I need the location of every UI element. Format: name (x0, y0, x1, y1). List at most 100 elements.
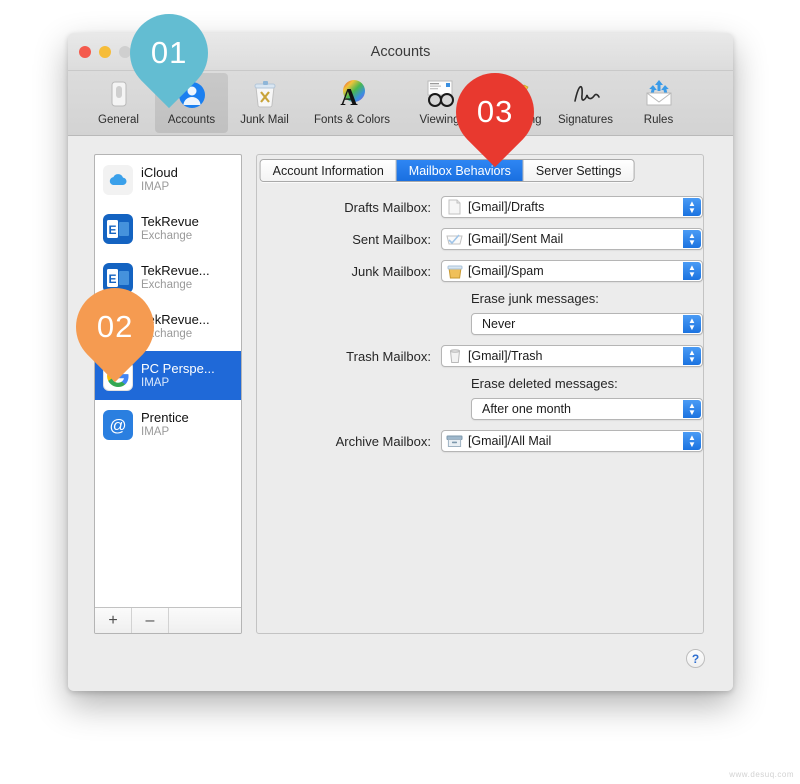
toolbar-label: General (98, 114, 139, 126)
account-name: iCloud (141, 165, 178, 180)
trash-mailbox-row: Trash Mailbox: [Gmail]/Trash ▲ ▼ (257, 344, 703, 368)
toolbar-label: Signatures (558, 114, 613, 126)
junk-mail-icon (248, 76, 282, 112)
list-item[interactable]: @ Prentice IMAP (95, 400, 241, 449)
accounts-list-footer: + – (95, 607, 241, 633)
archive-mailbox-select[interactable]: [Gmail]/All Mail ▲ ▼ (440, 430, 703, 452)
sent-folder-icon (442, 232, 468, 246)
accounts-preferences-window: Accounts General Accounts Junk Mail A Fo… (68, 33, 733, 691)
mailbox-behaviors-form: Drafts Mailbox: [Gmail]/Drafts ▲ ▼ Sent … (257, 195, 703, 461)
account-name: TekRevue (141, 214, 199, 229)
erase-deleted-label: Erase deleted messages: (471, 376, 618, 391)
drafts-folder-icon (442, 199, 468, 215)
annotation-pin-02-label: 02 (96, 309, 134, 345)
sent-mailbox-value: [Gmail]/Sent Mail (467, 232, 564, 246)
archive-mailbox-value: [Gmail]/All Mail (467, 434, 552, 448)
archive-mailbox-row: Archive Mailbox: [Gmail]/All Mail ▲ ▼ (257, 429, 703, 453)
archive-mailbox-label: Archive Mailbox: (335, 433, 431, 449)
tab-account-information[interactable]: Account Information (260, 160, 397, 181)
toolbar-item-fonts-colors[interactable]: A Fonts & Colors (301, 73, 403, 133)
account-type: IMAP (141, 426, 170, 438)
list-item-text: TekRevue Exchange (141, 214, 199, 243)
account-type: IMAP (141, 377, 170, 389)
junk-mailbox-select[interactable]: [Gmail]/Spam ▲ ▼ (440, 260, 703, 282)
list-item[interactable]: iCloud IMAP (95, 155, 241, 204)
icloud-icon (103, 164, 133, 195)
erase-deleted-row: After one month ▲ ▼ (471, 397, 703, 421)
footer-filler (169, 608, 241, 633)
chevron-updown-icon[interactable]: ▲ ▼ (683, 198, 701, 216)
tab-server-settings[interactable]: Server Settings (523, 160, 634, 181)
toolbar-item-rules[interactable]: Rules (622, 73, 695, 133)
list-item-text: PC Perspe... IMAP (141, 361, 215, 390)
mailbox-behaviors-tab[interactable]: Mailbox Behaviors (396, 160, 524, 181)
preferences-content: iCloud IMAP E TekRevue Exchange E TekRev… (68, 136, 733, 690)
erase-junk-label: Erase junk messages: (471, 291, 599, 306)
erase-deleted-value: After one month (482, 402, 571, 416)
list-item-text: iCloud IMAP (141, 165, 178, 194)
remove-account-button[interactable]: – (132, 608, 169, 633)
sent-mailbox-label: Sent Mailbox: (352, 231, 431, 247)
toolbar-label: Fonts & Colors (313, 114, 391, 126)
help-button[interactable]: ? (686, 649, 705, 668)
annotation-pin-01-label: 01 (150, 35, 188, 71)
accounts-list-panel: iCloud IMAP E TekRevue Exchange E TekRev… (94, 154, 242, 634)
list-item[interactable]: E TekRevue Exchange (95, 204, 241, 253)
chevron-updown-icon[interactable]: ▲ ▼ (683, 315, 701, 333)
chevron-updown-icon[interactable]: ▲ ▼ (683, 400, 701, 418)
trash-mailbox-label: Trash Mailbox: (346, 348, 431, 364)
junk-mailbox-label: Junk Mailbox: (351, 263, 431, 279)
chevron-updown-icon[interactable]: ▲ ▼ (683, 347, 701, 365)
account-type: Exchange (141, 230, 193, 242)
toolbar-label: Rules (643, 114, 674, 126)
exchange-icon: E (103, 213, 133, 244)
junk-mailbox-row: Junk Mailbox: [Gmail]/Spam ▲ ▼ (257, 259, 703, 283)
svg-text:E: E (108, 272, 116, 286)
screenshot-root: Accounts General Accounts Junk Mail A Fo… (0, 0, 800, 784)
toolbar-label: Viewing (419, 114, 460, 126)
list-item-text: TekRevue... Exchange (141, 263, 210, 292)
list-item-text: Prentice IMAP (141, 410, 189, 439)
junk-folder-icon (442, 264, 468, 279)
trash-folder-icon (442, 348, 468, 364)
drafts-mailbox-row: Drafts Mailbox: [Gmail]/Drafts ▲ ▼ (257, 195, 703, 219)
toolbar-label: Junk Mail (240, 114, 289, 126)
account-name: Prentice (141, 410, 189, 425)
erase-deleted-select[interactable]: After one month ▲ ▼ (471, 398, 703, 420)
trash-mailbox-select[interactable]: [Gmail]/Trash ▲ ▼ (440, 345, 703, 367)
annotation-pin-03-label: 03 (476, 94, 514, 130)
account-name: TekRevue... (141, 263, 210, 278)
account-type: Exchange (141, 279, 193, 291)
signatures-icon (569, 76, 603, 112)
fonts-colors-icon: A (335, 76, 369, 112)
chevron-updown-icon[interactable]: ▲ ▼ (683, 262, 701, 280)
at-sign-icon: @ (103, 409, 133, 440)
watermark: www.desuq.com (729, 770, 794, 779)
svg-text:E: E (108, 223, 116, 237)
erase-junk-value: Never (482, 317, 516, 331)
detail-tab-bar: Account Information Mailbox Behaviors Se… (259, 159, 635, 182)
drafts-mailbox-label: Drafts Mailbox: (344, 199, 431, 215)
chevron-updown-icon[interactable]: ▲ ▼ (683, 230, 701, 248)
trash-mailbox-value: [Gmail]/Trash (467, 349, 543, 363)
chevron-updown-icon[interactable]: ▲ ▼ (683, 432, 701, 450)
account-detail-pane: Account Information Mailbox Behaviors Se… (256, 154, 704, 634)
viewing-icon (423, 76, 457, 112)
account-type: IMAP (141, 181, 170, 193)
add-account-button[interactable]: + (95, 608, 132, 633)
junk-mailbox-value: [Gmail]/Spam (467, 264, 544, 278)
account-name: PC Perspe... (141, 361, 215, 376)
toolbar-label: Accounts (167, 114, 216, 126)
drafts-mailbox-select[interactable]: [Gmail]/Drafts ▲ ▼ (440, 196, 703, 218)
drafts-mailbox-value: [Gmail]/Drafts (467, 200, 545, 214)
toolbar-item-junk-mail[interactable]: Junk Mail (228, 73, 301, 133)
archive-folder-icon (442, 434, 468, 448)
toolbar-item-signatures[interactable]: Signatures (549, 73, 622, 133)
general-icon (103, 76, 135, 112)
svg-text:A: A (340, 85, 358, 111)
sent-mailbox-row: Sent Mailbox: [Gmail]/Sent Mail ▲ ▼ (257, 227, 703, 251)
erase-junk-row: Never ▲ ▼ (471, 312, 703, 336)
erase-junk-select[interactable]: Never ▲ ▼ (471, 313, 703, 335)
rules-icon (642, 76, 676, 112)
sent-mailbox-select[interactable]: [Gmail]/Sent Mail ▲ ▼ (440, 228, 703, 250)
